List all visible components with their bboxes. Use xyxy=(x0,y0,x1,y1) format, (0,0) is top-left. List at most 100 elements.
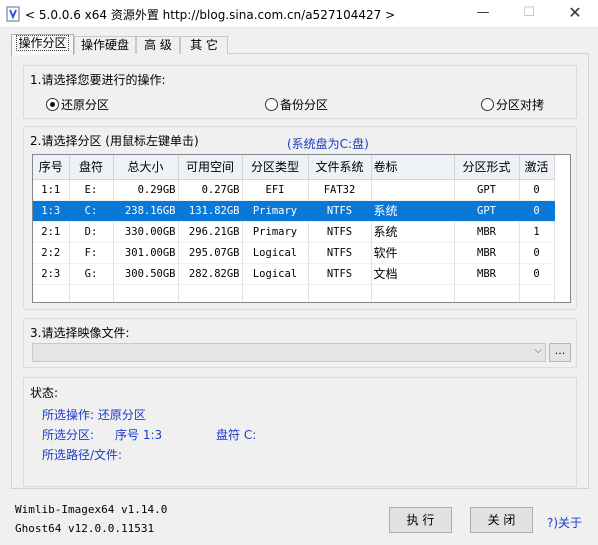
tab-partition-ops[interactable]: 操作分区 xyxy=(11,34,74,55)
minimize-button[interactable]: — xyxy=(460,0,506,28)
tab-disk-ops[interactable]: 操作硬盘 xyxy=(74,36,136,54)
cell-total: 301.00GB xyxy=(113,242,179,264)
empty-cell xyxy=(69,284,114,302)
empty-row xyxy=(33,284,555,302)
cell-drive: E: xyxy=(69,179,114,201)
cell-label: 软件 xyxy=(371,242,455,264)
table-row[interactable]: 1:3 C: 238.16GB 131.82GB Primary NTFS 系统 GPT 0 xyxy=(33,200,555,222)
chevron-down-icon[interactable]: ⌵ xyxy=(534,345,542,356)
status-partition-number: 序号 1:3 xyxy=(115,428,163,442)
image-file-combobox[interactable]: ⌵ xyxy=(32,343,546,362)
cell-style: MBR xyxy=(454,263,520,285)
col-header-drive[interactable]: 盘符 xyxy=(69,155,114,180)
cell-style: MBR xyxy=(454,221,520,243)
cell-label: 系统 xyxy=(371,221,455,243)
cell-free: 296.21GB xyxy=(178,221,243,243)
partition-title: 2.请选择分区 (用鼠标左键单击) xyxy=(30,134,199,148)
col-header-type[interactable]: 分区类型 xyxy=(242,155,309,180)
radio-restore[interactable]: 还原分区 xyxy=(46,96,109,113)
col-header-label[interactable]: 卷标 xyxy=(371,155,455,180)
cell-type: Primary xyxy=(242,200,309,222)
execute-button[interactable]: 执 行 xyxy=(389,507,452,533)
app-icon xyxy=(6,6,20,22)
title-bar: < 5.0.0.6 x64 资源外置 http://blog.sina.com.… xyxy=(0,0,598,28)
cell-index: 2:2 xyxy=(33,242,70,264)
col-header-index[interactable]: 序号 xyxy=(33,155,70,180)
status-group: 状态: 所选操作: 还原分区 所选分区: 序号 1:3 盘符 C: 所选路径/文… xyxy=(23,377,577,487)
cell-fs: NTFS xyxy=(308,221,372,243)
empty-cell xyxy=(454,284,520,302)
cell-total: 238.16GB xyxy=(113,200,179,222)
cell-index: 1:3 xyxy=(33,200,70,222)
cell-index: 1:1 xyxy=(33,179,70,201)
col-header-style[interactable]: 分区形式 xyxy=(454,155,520,180)
table-row[interactable]: 2:3 G: 300.50GB 282.82GB Logical NTFS 文档 MBR 0 xyxy=(33,263,555,285)
maximize-button[interactable]: ☐ xyxy=(506,0,552,28)
status-drive-letter: 盘符 C: xyxy=(216,428,257,442)
close-button[interactable]: 关 闭 xyxy=(470,507,533,533)
empty-cell xyxy=(371,284,455,302)
cell-active: 1 xyxy=(519,221,555,243)
system-disk-note: (系统盘为C:盘) xyxy=(287,137,369,151)
cell-fs: NTFS xyxy=(308,263,372,285)
col-header-total[interactable]: 总大小 xyxy=(113,155,179,180)
partition-group: 2.请选择分区 (用鼠标左键单击) (系统盘为C:盘) 序号 盘符 总大小 可用… xyxy=(23,126,577,310)
image-file-group: 3.请选择映像文件: ⌵ ... xyxy=(23,318,577,368)
cell-type: Primary xyxy=(242,221,309,243)
cell-style: GPT xyxy=(454,200,520,222)
cell-total: 0.29GB xyxy=(113,179,179,201)
operation-title: 1.请选择您要进行的操作: xyxy=(30,73,166,87)
empty-cell xyxy=(308,284,372,302)
about-link[interactable]: ?)关于 xyxy=(547,514,582,531)
cell-style: GPT xyxy=(454,179,520,201)
cell-free: 282.82GB xyxy=(178,263,243,285)
cell-total: 330.00GB xyxy=(113,221,179,243)
cell-style: MBR xyxy=(454,242,520,264)
radio-checked-icon xyxy=(46,98,59,111)
cell-active: 0 xyxy=(519,242,555,264)
empty-cell xyxy=(33,284,70,302)
cell-drive: F: xyxy=(69,242,114,264)
cell-type: Logical xyxy=(242,242,309,264)
status-partition-label: 所选分区: xyxy=(42,428,95,442)
table-row[interactable]: 2:1 D: 330.00GB 296.21GB Primary NTFS 系统 MBR 1 xyxy=(33,221,555,243)
cell-index: 2:1 xyxy=(33,221,70,243)
table-header: 序号 盘符 总大小 可用空间 分区类型 文件系统 卷标 分区形式 激活 xyxy=(33,155,555,180)
radio-backup[interactable]: 备份分区 xyxy=(265,96,328,113)
cell-free: 0.27GB xyxy=(178,179,243,201)
cell-active: 0 xyxy=(519,179,555,201)
radio-unchecked-icon xyxy=(265,98,278,111)
cell-active: 0 xyxy=(519,263,555,285)
ghost-version: Ghost64 v12.0.0.11531 xyxy=(15,522,155,535)
col-header-active[interactable]: 激活 xyxy=(519,155,555,180)
col-header-fs[interactable]: 文件系统 xyxy=(308,155,372,180)
status-operation: 所选操作: 还原分区 xyxy=(42,408,146,422)
radio-unchecked-icon xyxy=(481,98,494,111)
col-header-free[interactable]: 可用空间 xyxy=(178,155,243,180)
table-row[interactable]: 2:2 F: 301.00GB 295.07GB Logical NTFS 软件 MBR 0 xyxy=(33,242,555,264)
cell-drive: D: xyxy=(69,221,114,243)
empty-cell xyxy=(242,284,309,302)
cell-free: 131.82GB xyxy=(178,200,243,222)
cell-drive: C: xyxy=(69,200,114,222)
cell-fs: NTFS xyxy=(308,242,372,264)
cell-drive: G: xyxy=(69,263,114,285)
partition-table[interactable]: 序号 盘符 总大小 可用空间 分区类型 文件系统 卷标 分区形式 激活 1:1 E… xyxy=(32,154,571,303)
tab-advanced[interactable]: 高 级 xyxy=(136,36,180,54)
wimlib-version: Wimlib-Imagex64 v1.14.0 xyxy=(15,503,168,516)
status-path: 所选路径/文件: xyxy=(42,448,123,462)
image-file-title: 3.请选择映像文件: xyxy=(30,326,130,340)
cell-label: 系统 xyxy=(371,200,455,222)
tab-other[interactable]: 其 它 xyxy=(180,36,228,54)
empty-cell xyxy=(178,284,243,302)
cell-total: 300.50GB xyxy=(113,263,179,285)
cell-label xyxy=(371,179,455,201)
radio-copy[interactable]: 分区对拷 xyxy=(481,96,544,113)
cell-label: 文档 xyxy=(371,263,455,285)
browse-button[interactable]: ... xyxy=(549,343,571,362)
status-title: 状态: xyxy=(30,386,59,400)
close-window-button[interactable]: ✕ xyxy=(552,0,598,28)
window-title: < 5.0.0.6 x64 资源外置 http://blog.sina.com.… xyxy=(25,8,396,22)
table-row[interactable]: 1:1 E: 0.29GB 0.27GB EFI FAT32 GPT 0 xyxy=(33,179,555,201)
cell-free: 295.07GB xyxy=(178,242,243,264)
